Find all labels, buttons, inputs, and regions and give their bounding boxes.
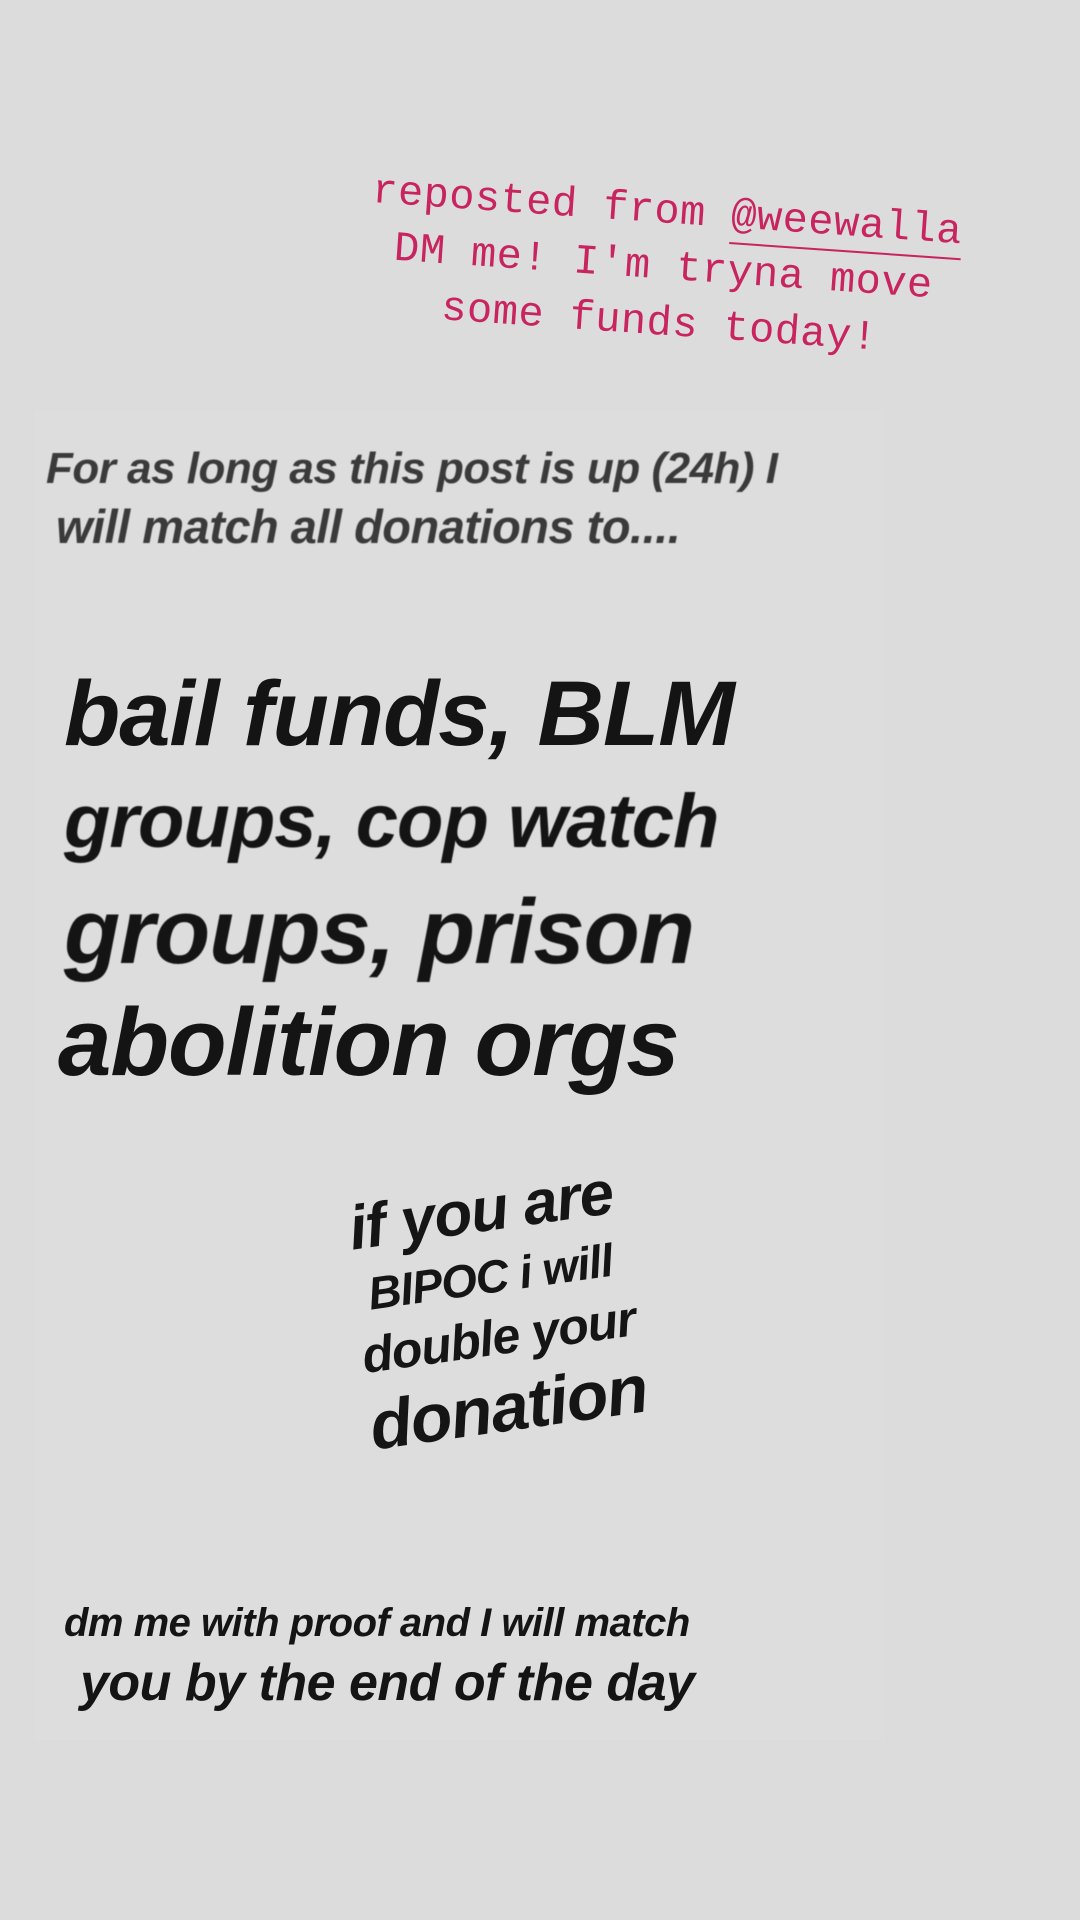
headline-line-4: abolition orgs: [58, 989, 680, 1096]
headline-text: bail funds, BLM groups, cop watch groups…: [58, 660, 884, 1098]
bipoc-note: if you are BIPOC i will double your dona…: [268, 1147, 722, 1477]
intro-line-2: will match all donations to....: [56, 500, 681, 553]
footer-line-1: dm me with proof and I will match: [64, 1601, 690, 1645]
headline-line-2: groups, cop watch: [64, 779, 719, 864]
story-canvas[interactable]: reposted from @weewalla DM me! I'm tryna…: [0, 0, 1080, 1920]
footer-line-2: you by the end of the day: [80, 1654, 695, 1712]
headline-line-1: bail funds, BLM: [64, 663, 735, 765]
footer-text: dm me with proof and I will match you by…: [64, 1595, 884, 1715]
intro-text: For as long as this post is up (24h) I w…: [46, 440, 886, 556]
headline-line-3: groups, prison: [64, 881, 695, 983]
story-caption: reposted from @weewalla DM me! I'm tryna…: [318, 160, 1008, 375]
intro-line-1: For as long as this post is up (24h) I: [46, 444, 778, 493]
